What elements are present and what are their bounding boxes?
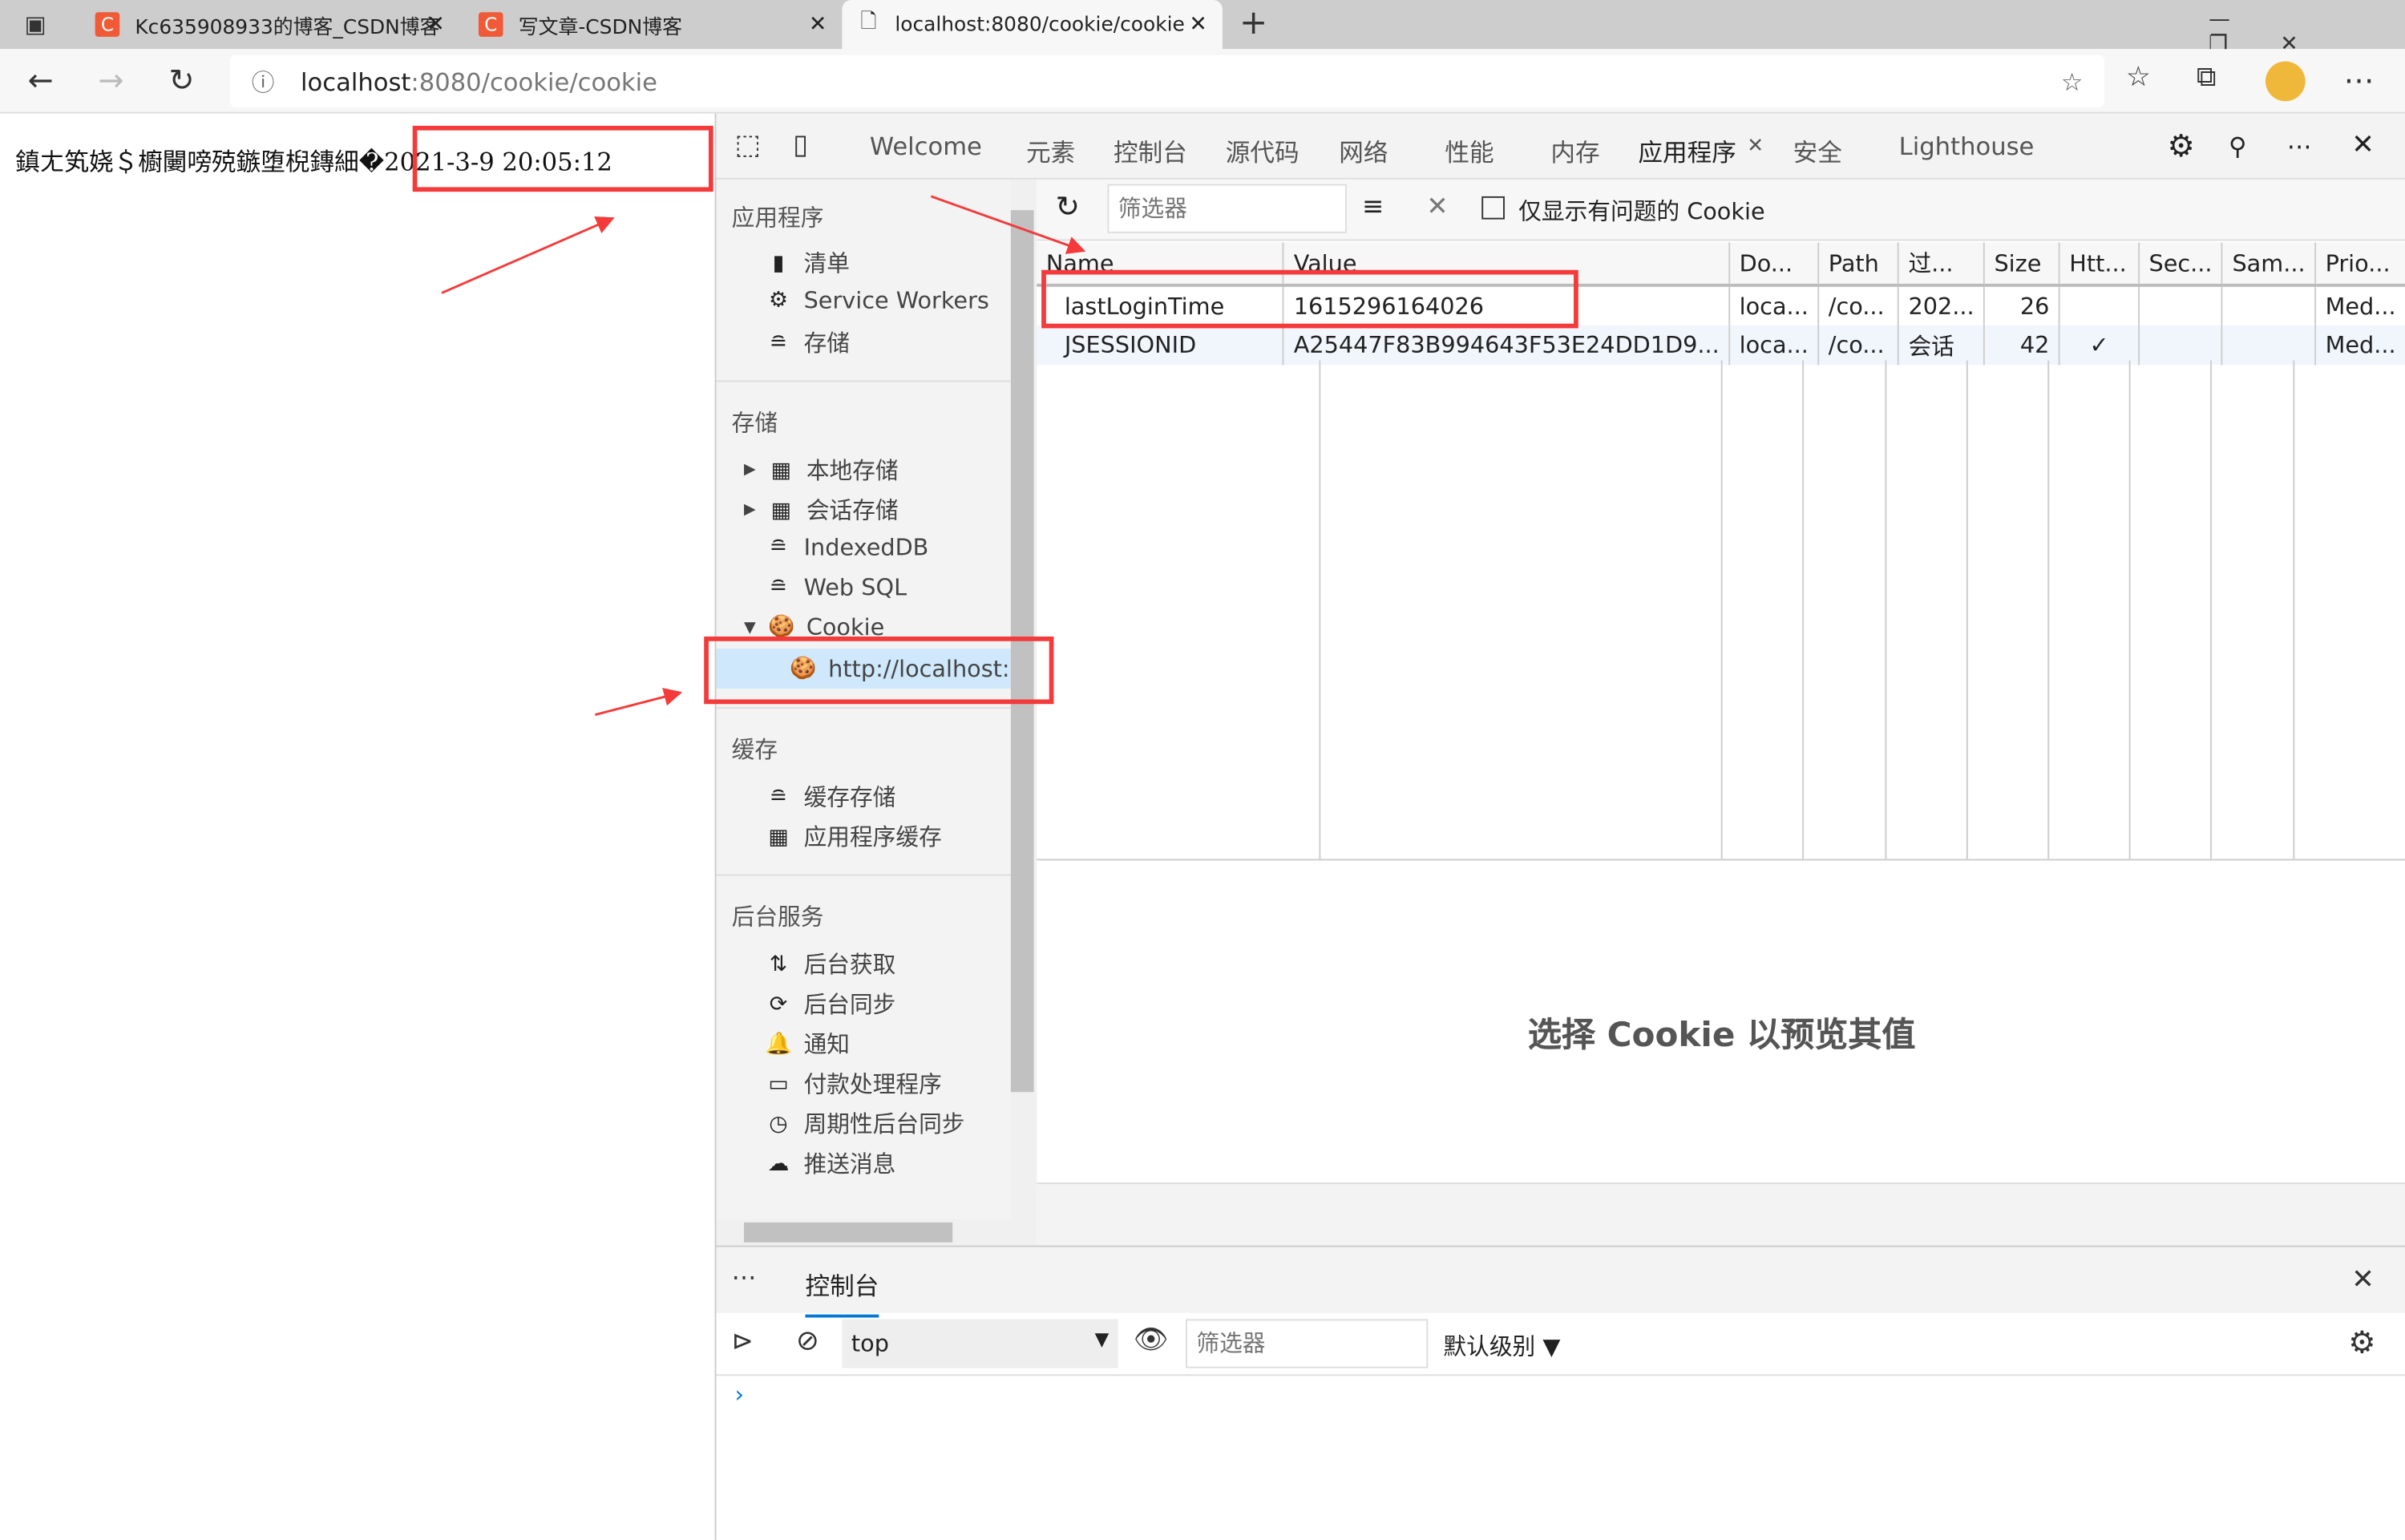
annotation-arrow bbox=[441, 216, 615, 294]
annotation-arrows bbox=[441, 195, 1086, 716]
annotation-arrow bbox=[930, 195, 1086, 254]
annotation-arrow bbox=[595, 688, 683, 716]
